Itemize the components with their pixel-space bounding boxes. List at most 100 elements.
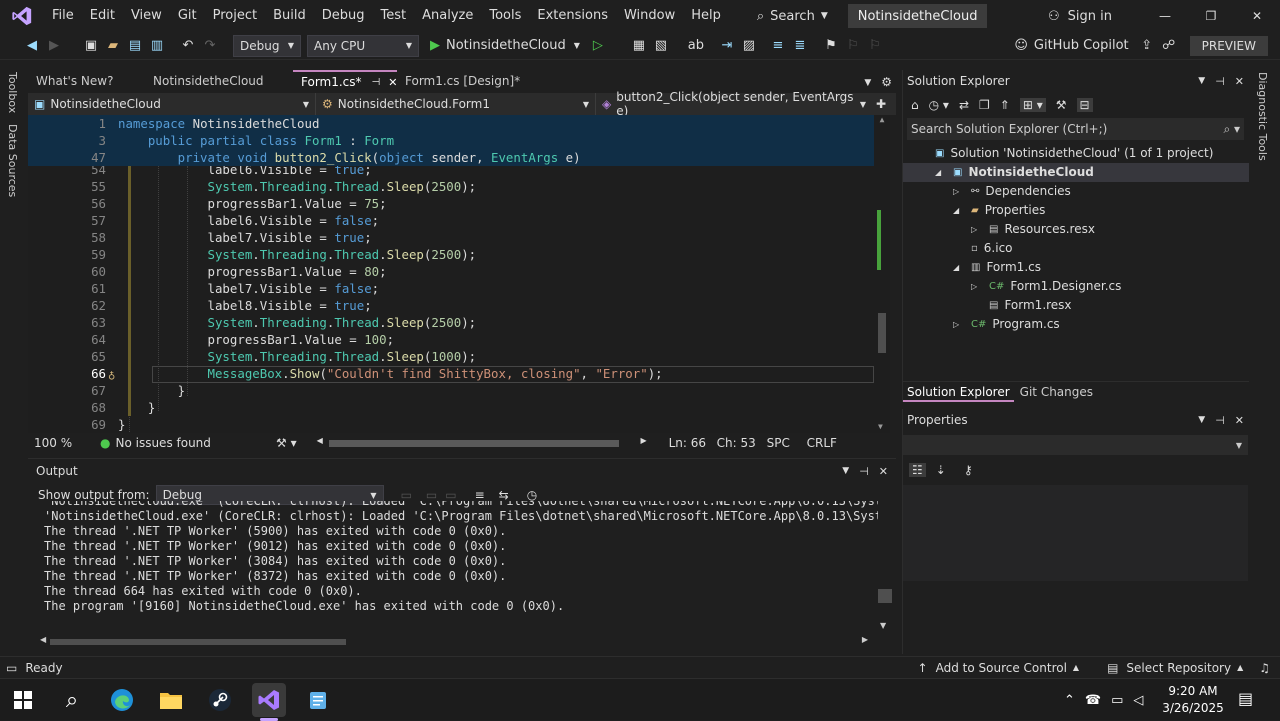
- dropdown-icon[interactable]: ▼: [842, 466, 849, 476]
- notepad-icon[interactable]: [301, 683, 335, 717]
- switch-views-icon[interactable]: ❐: [979, 98, 990, 112]
- scrollbar-thumb[interactable]: [328, 440, 619, 447]
- editor-horizontal-scrollbar[interactable]: ◀ ▶: [317, 436, 647, 448]
- categorized-icon[interactable]: ☷: [909, 463, 926, 477]
- scroll-down-icon[interactable]: ▼: [878, 422, 883, 431]
- bookmark-next-icon[interactable]: ⚐: [865, 36, 885, 56]
- code-line[interactable]: 63 System.Threading.Thread.Sleep(2500);: [28, 314, 874, 331]
- expanded-arrow-icon[interactable]: ◢: [935, 163, 953, 182]
- configuration-dropdown[interactable]: Debug ▼: [233, 34, 301, 57]
- prev-message-icon[interactable]: ▭: [426, 488, 437, 502]
- dropdown-icon[interactable]: ▼: [1198, 415, 1205, 425]
- code-line[interactable]: 62 label8.Visible = true;: [28, 297, 874, 314]
- notification-center-icon[interactable]: ▤: [1238, 689, 1253, 708]
- menu-file[interactable]: File: [44, 0, 82, 32]
- collapsed-arrow-icon[interactable]: ▷: [971, 277, 989, 296]
- solution-name-badge[interactable]: NotinsidetheCloud: [847, 4, 988, 28]
- sync-icon[interactable]: ⇄: [959, 98, 969, 112]
- home-icon[interactable]: ⌂: [911, 98, 919, 112]
- pin-icon[interactable]: ⊣: [859, 465, 869, 478]
- tree-item[interactable]: ◢ ▣ NotinsidetheCloud: [903, 163, 1249, 182]
- scroll-up-icon[interactable]: ▲: [874, 115, 890, 124]
- tree-item[interactable]: ▤ Form1.resx: [971, 296, 1072, 315]
- tab-whats-new[interactable]: What's New?: [28, 70, 145, 92]
- scroll-right-icon[interactable]: ▶: [640, 436, 646, 445]
- save-icon[interactable]: ▤: [125, 36, 145, 56]
- code-line[interactable]: 67 }: [28, 382, 874, 399]
- preview-selected-icon[interactable]: ⊟: [1076, 98, 1093, 112]
- uncomment-icon[interactable]: ≣: [790, 36, 810, 56]
- code-line[interactable]: 56 progressBar1.Value = 75;: [28, 195, 874, 212]
- code-line[interactable]: 60 progressBar1.Value = 80;: [28, 263, 874, 280]
- start-debug-button[interactable]: ▶ NotinsidetheCloud ▼: [430, 38, 580, 53]
- tree-item[interactable]: ▫ 6.ico: [953, 239, 1013, 258]
- pin-icon[interactable]: ⊣: [372, 77, 381, 88]
- browser-link-icon[interactable]: ▦: [629, 36, 649, 56]
- tab-form1-design[interactable]: Form1.cs [Design]*: [397, 70, 547, 92]
- word-wrap-icon[interactable]: ⇆: [499, 488, 509, 502]
- data-sources-tab[interactable]: Data Sources: [6, 124, 19, 197]
- back-icon[interactable]: ◀: [22, 36, 42, 56]
- class-dropdown[interactable]: ⚙ NotinsidetheCloud.Form1 ▼: [316, 93, 596, 115]
- menu-edit[interactable]: Edit: [82, 0, 123, 32]
- line-ending-indicator[interactable]: CRLF: [807, 436, 847, 450]
- close-button[interactable]: ✕: [1234, 9, 1280, 23]
- tree-item[interactable]: ◢ ▥ Form1.cs: [953, 258, 1041, 277]
- code-line[interactable]: 57 label6.Visible = false;: [28, 212, 874, 229]
- clock[interactable]: 9:20 AM 3/26/2025: [1160, 683, 1226, 717]
- platform-dropdown[interactable]: Any CPU ▼: [307, 34, 419, 57]
- tree-item[interactable]: ▣ Solution 'NotinsidetheCloud' (1 of 1 pr…: [917, 144, 1213, 163]
- menu-view[interactable]: View: [123, 0, 170, 32]
- diagnostic-tools-tab[interactable]: Diagnostic Tools: [1256, 72, 1269, 161]
- output-vertical-scrollbar[interactable]: ▼: [878, 505, 892, 635]
- pin-icon[interactable]: ⊣: [1215, 414, 1225, 427]
- scroll-down-icon[interactable]: ▼: [880, 621, 886, 630]
- new-project-icon[interactable]: ▣: [81, 36, 101, 56]
- step-icon[interactable]: ⇥: [717, 36, 737, 56]
- menu-window[interactable]: Window: [616, 0, 683, 32]
- minimize-button[interactable]: —: [1142, 9, 1188, 23]
- bookmark-prev-icon[interactable]: ⚐: [843, 36, 863, 56]
- undo-icon[interactable]: ↶: [178, 36, 198, 56]
- tree-item[interactable]: ▷ C# Form1.Designer.cs: [971, 277, 1121, 296]
- menu-test[interactable]: Test: [373, 0, 415, 32]
- expanded-arrow-icon[interactable]: ◢: [953, 258, 971, 277]
- properties-wrench-icon[interactable]: ⚒: [1056, 98, 1067, 112]
- maximize-button[interactable]: ❐: [1188, 9, 1234, 23]
- menu-build[interactable]: Build: [265, 0, 314, 32]
- save-all-icon[interactable]: ▥: [147, 36, 167, 56]
- code-line[interactable]: 69}: [28, 416, 874, 433]
- split-editor-icon[interactable]: ✚: [876, 97, 886, 111]
- member-dropdown[interactable]: ◈ button2_Click(object sender, EventArgs …: [596, 90, 872, 118]
- visual-studio-icon[interactable]: [252, 683, 286, 717]
- code-cleanup-icon[interactable]: ⚒ ▾: [276, 436, 297, 450]
- feedback-icon[interactable]: ☍: [1159, 36, 1179, 56]
- code-line[interactable]: 61 label7.Visible = false;: [28, 280, 874, 297]
- find-message-icon[interactable]: ▭: [401, 488, 412, 502]
- volume-icon[interactable]: ◁: [1133, 693, 1143, 708]
- tab-form1-cs[interactable]: Form1.cs* ⊣ ✕: [293, 70, 397, 92]
- next-message-icon[interactable]: ▭: [445, 488, 456, 502]
- search-box[interactable]: ⌕ Search ▼: [757, 9, 828, 24]
- zoom-dropdown[interactable]: 100 %: [34, 436, 100, 450]
- scrollbar-thumb[interactable]: [50, 639, 346, 645]
- code-line[interactable]: 58 label7.Visible = true;: [28, 229, 874, 246]
- tab-overflow-icon[interactable]: ▼: [864, 78, 871, 92]
- tab-notinsidethecloud[interactable]: NotinsidetheCloud: [145, 70, 293, 92]
- open-folder-icon[interactable]: ▰: [103, 36, 123, 56]
- menu-debug[interactable]: Debug: [314, 0, 373, 32]
- edge-icon[interactable]: [105, 683, 139, 717]
- taskbar-search-icon[interactable]: ⌕: [55, 683, 89, 717]
- tree-item[interactable]: ▷ ⚯ Dependencies: [953, 182, 1071, 201]
- code-line[interactable]: 64 progressBar1.Value = 100;: [28, 331, 874, 348]
- output-horizontal-scrollbar[interactable]: ◀ ▶: [40, 635, 868, 647]
- indent-icon[interactable]: ▨: [739, 36, 759, 56]
- line-indicator[interactable]: Ln: 66: [669, 436, 717, 450]
- solution-search-box[interactable]: Search Solution Explorer (Ctrl+;) ⌕ ▾: [907, 118, 1244, 140]
- file-explorer-icon[interactable]: [154, 683, 188, 717]
- show-all-files-icon[interactable]: ⊞ ▾: [1019, 98, 1046, 112]
- menu-git[interactable]: Git: [170, 0, 205, 32]
- forward-icon[interactable]: ▶: [44, 36, 64, 56]
- settings-gear-icon[interactable]: ⚙: [881, 75, 892, 92]
- network-icon[interactable]: ▭: [1111, 693, 1123, 708]
